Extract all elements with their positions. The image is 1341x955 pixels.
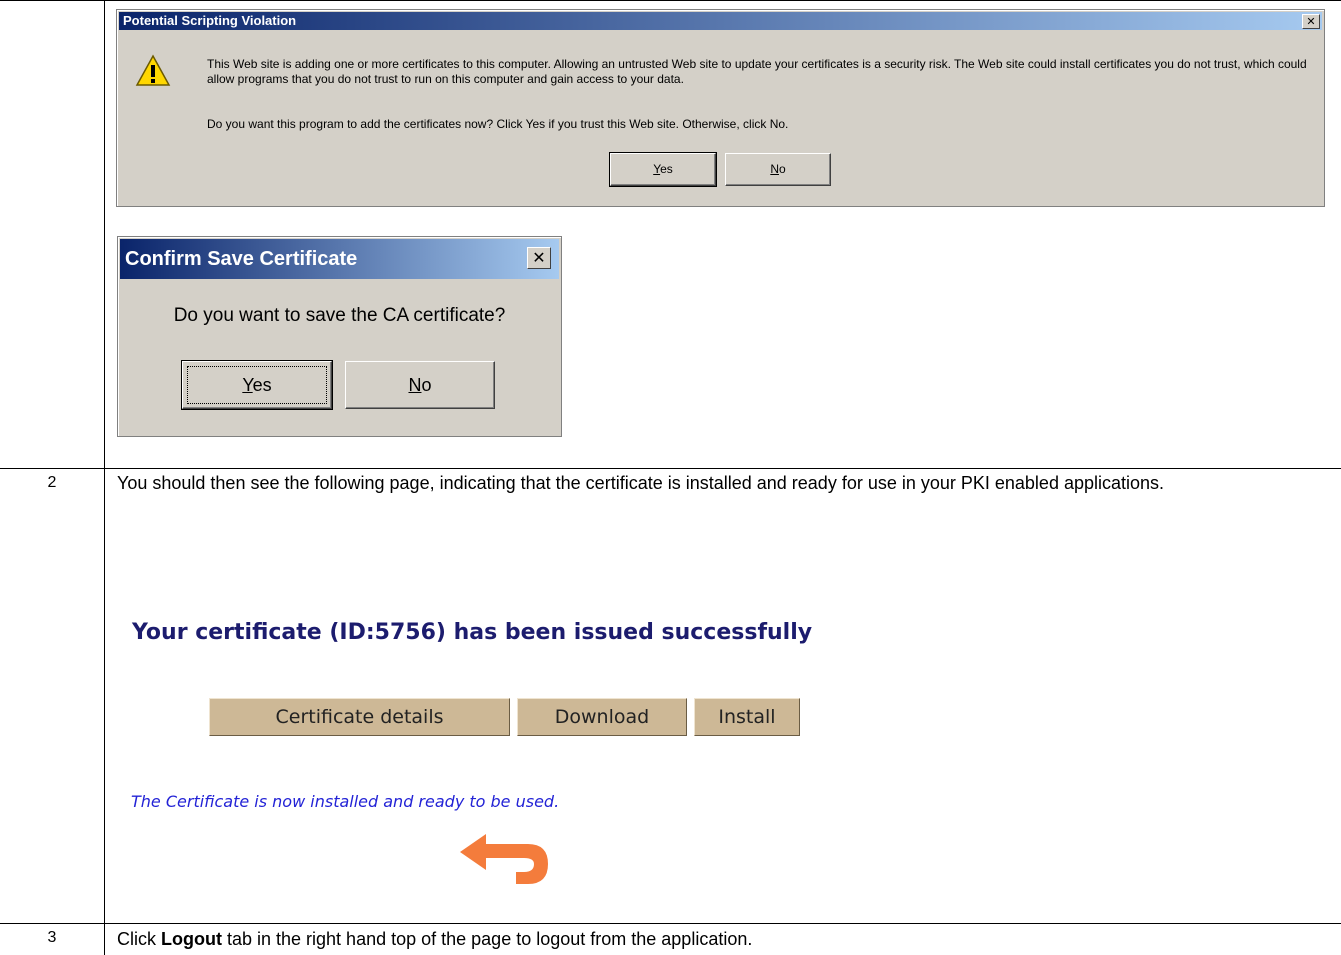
warning-icon — [135, 54, 171, 86]
focus-rectangle — [187, 366, 327, 404]
close-icon[interactable]: ✕ — [1302, 14, 1320, 29]
dialog-message: This Web site is adding one or more cert… — [207, 57, 1307, 86]
no-button[interactable]: No — [725, 153, 831, 186]
yes-button[interactable]: Yes — [609, 152, 717, 187]
installed-status: The Certificate is now installed and rea… — [131, 792, 560, 811]
no-button[interactable]: No — [345, 361, 495, 409]
no-label: o — [421, 375, 432, 395]
row-2-instruction: You should then see the following page, … — [117, 473, 1165, 493]
table-top-border — [0, 0, 1341, 1]
download-button[interactable]: Download — [517, 698, 687, 736]
dialog-title: Potential Scripting Violation — [123, 13, 297, 28]
logout-bold-text: Logout — [161, 929, 222, 949]
table-row-divider-2 — [0, 923, 1341, 924]
no-accelerator: N — [408, 375, 422, 395]
back-arrow-icon[interactable] — [458, 830, 550, 886]
table-row-divider-1 — [0, 468, 1341, 469]
dialog-title-bar: Potential Scripting Violation — [119, 12, 1322, 30]
dialog-question: Do you want this program to add the cert… — [207, 117, 789, 131]
row-3-text-after: tab in the right hand top of the page to… — [221, 929, 753, 949]
confirm-save-certificate-dialog: Confirm Save Certificate ✕ Do you want t… — [117, 236, 562, 437]
row-3-text-before: Click — [117, 929, 161, 949]
dialog-title: Confirm Save Certificate — [125, 248, 358, 270]
scripting-violation-dialog: Potential Scripting Violation ✕ This Web… — [116, 9, 1325, 207]
yes-label: es — [660, 162, 673, 176]
table-column-divider — [104, 0, 105, 955]
no-accelerator: N — [770, 162, 779, 176]
install-button[interactable]: Install — [694, 698, 800, 736]
row-3-instruction: Click Logout tab in the right hand top o… — [117, 928, 752, 951]
dialog-title-bar: Confirm Save Certificate — [120, 239, 559, 279]
row-number-2: 2 — [47, 474, 57, 491]
certificate-details-button[interactable]: Certificate details — [209, 698, 510, 736]
no-label: o — [778, 162, 786, 176]
dialog-message: Do you want to save the CA certificate? — [173, 305, 506, 326]
issued-heading: Your certificate (ID:5756) has been issu… — [132, 620, 813, 645]
row-number-3: 3 — [47, 929, 57, 946]
yes-button[interactable]: Yes — [181, 360, 333, 410]
close-icon[interactable]: ✕ — [527, 247, 551, 269]
